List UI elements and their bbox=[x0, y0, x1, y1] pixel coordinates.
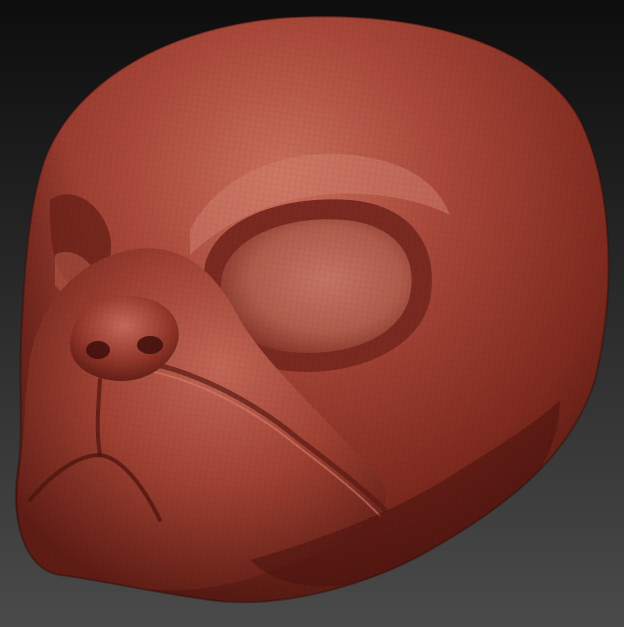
sculpt-viewport[interactable] bbox=[0, 0, 624, 627]
sculpt-scene[interactable] bbox=[0, 0, 624, 627]
